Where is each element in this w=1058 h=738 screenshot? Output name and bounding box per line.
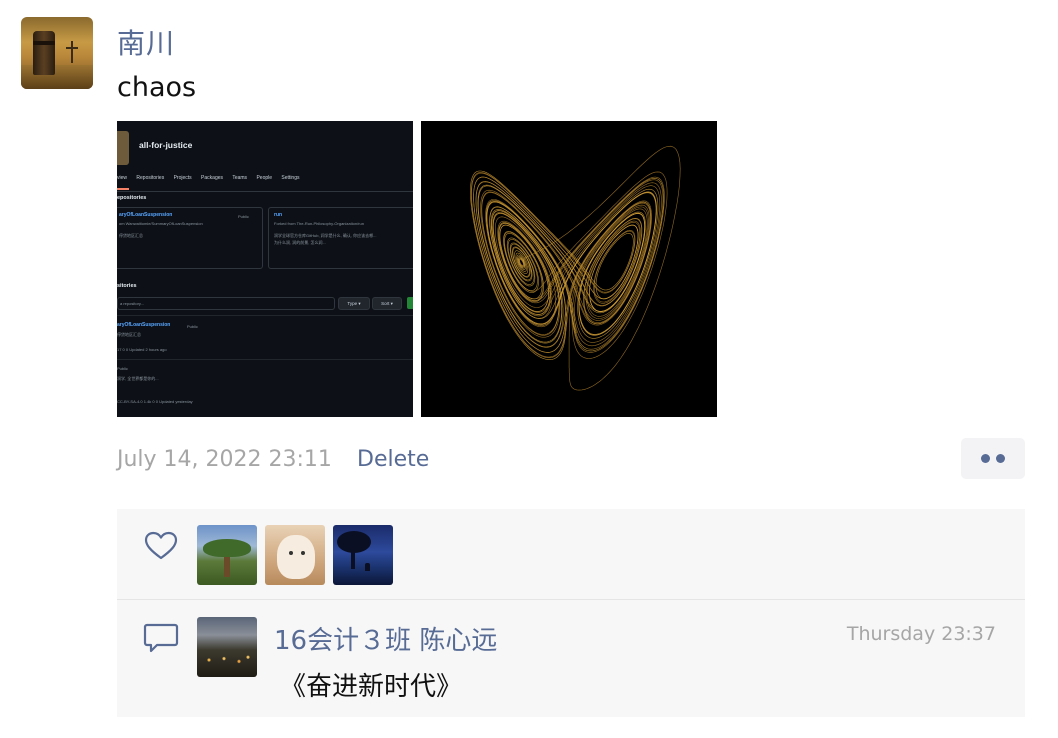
nav-item: People [256,175,273,181]
repo-row-2-desc: 润学, 全世界都是你的... [117,376,159,381]
repo-search-input: a repository... [117,297,335,310]
row-divider [117,315,413,316]
lorenz-attractor-graphic [470,145,681,391]
new-button [407,297,413,309]
type-label: Type [347,301,358,306]
repo-row-1-meta: 17 0 0 Updated 2 hours ago [117,347,167,352]
repos-heading: epositories [117,195,147,201]
puppy-eye [301,551,305,555]
avatar-cross [66,41,78,63]
avatar-horizon [21,65,93,89]
nav-item: view [117,175,128,181]
repo-card-1: aryOfLoanSuspension Public om Wanwaitiom… [117,207,263,269]
repo-card-1-badge: Public [238,214,249,219]
figure-silhouette [365,563,370,571]
comment-icon [143,623,179,653]
repo-row-1-title: aryOfLoanSuspension [117,322,171,328]
repo-card-1-title: aryOfLoanSuspension [119,212,173,218]
repo-card-2-line3: 为什么润, 润的前景, 怎么润... [274,240,326,245]
org-logo [117,131,129,165]
nav-item: Settings [281,175,300,181]
comment-time: Thursday 23:37 [846,623,996,645]
org-name: all-for-justice [139,140,193,150]
panel-divider [117,599,1025,600]
post-image-lorenz[interactable] [421,121,717,417]
tree-trunk [224,555,230,577]
repo-row-1-desc: 停贷地区汇总 [117,332,141,337]
tree-trunk [351,549,355,569]
repo-row-2-meta: CC-BY-SA-4.0 1.4k 0 0 Updated yesterday [117,399,193,404]
commenter-name[interactable]: 16会计３班 陈心远 [274,620,497,657]
repo-search-placeholder: a repository... [120,301,144,306]
puppy-avatar[interactable] [265,525,325,585]
nav-item: Packages [201,175,224,181]
author-avatar[interactable] [21,17,93,89]
avatar-city-lights [197,653,257,667]
puppy-body [277,535,315,579]
delete-link[interactable]: Delete [357,447,429,472]
author-name[interactable]: 南川 [117,22,175,62]
nav-item: Teams [232,175,248,181]
night-tree-avatar[interactable] [333,525,393,585]
list-heading: sitories [117,283,137,289]
commenter-avatar[interactable] [197,617,257,677]
nav-underline [117,188,129,190]
nav-item: Projects [173,175,192,181]
puppy-eye [289,551,293,555]
repo-card-2-title: run [274,212,283,218]
row-divider [117,359,413,360]
repo-card-2-line2: 润学全球官方仓库GitHub, 润学是什么, 确认, 你应该去哪... [274,233,377,238]
org-nav: view Repositories Projects Packages Team… [117,175,413,187]
post-image-github[interactable]: all-for-justice view Repositories Projec… [117,121,413,417]
post-text: chaos [117,72,197,103]
avatar-barrel [33,31,55,75]
tree-canopy [203,539,251,557]
type-button: Type ▾ [338,297,370,310]
repo-card-2: run Forked from The-Run-Philosophy-Organ… [268,207,413,269]
sort-button: Sort ▾ [372,297,402,310]
comment-text: 《奋进新时代》 [280,672,463,702]
more-dot-icon [996,454,1005,463]
repo-row-2-badge: Public [117,366,128,371]
dragon-tree-avatar[interactable] [197,525,257,585]
repo-card-1-line1: om Wanwaitiomie/SummaryOfLoanSuspension [119,221,203,226]
repo-card-2-line1: Forked from The-Run-Philosophy-Organizat… [274,221,364,226]
repo-row-1-badge: Public [187,324,198,329]
heart-icon [144,531,178,560]
nav-divider [117,191,413,192]
more-dot-icon [981,454,990,463]
more-button[interactable] [961,438,1025,479]
sort-label: Sort [381,301,390,306]
post-timestamp: July 14, 2022 23:11 [117,447,332,472]
repo-card-1-line2: 停贷地区汇总 [119,233,143,238]
nav-item: Repositories [136,175,165,181]
